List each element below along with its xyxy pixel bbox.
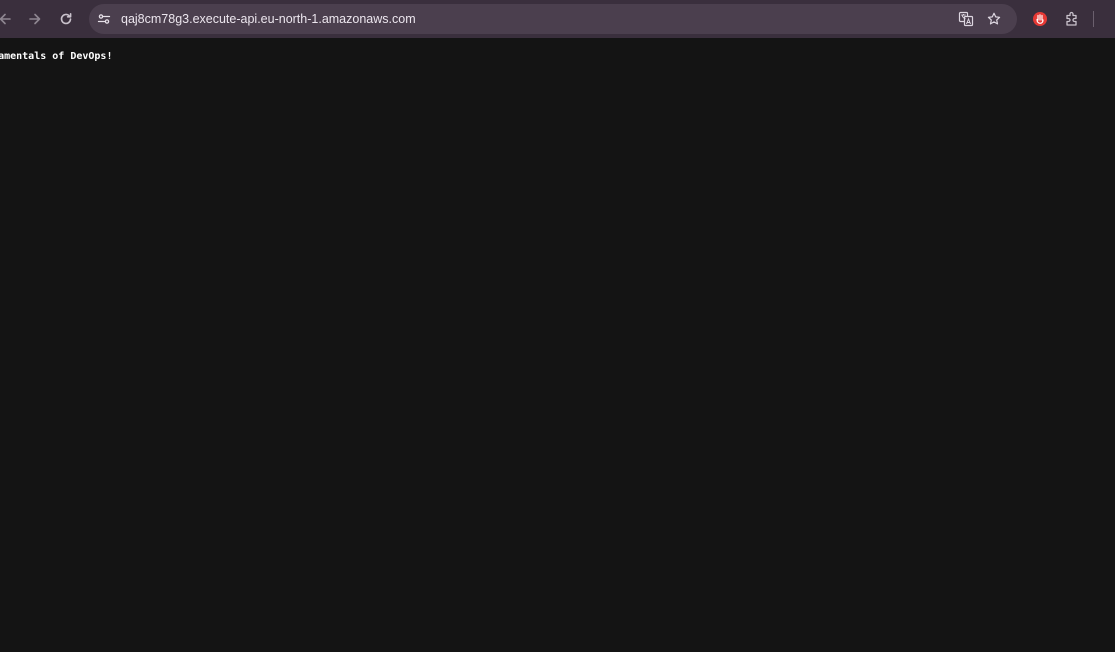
page-content: Fundamentals of DevOps! (0, 38, 1115, 652)
extensions-menu-button[interactable] (1057, 4, 1087, 34)
page-text: Fundamentals of DevOps! (0, 51, 113, 62)
star-icon (987, 12, 1001, 25)
browser-toolbar: qaj8cm78g3.execute-api.eu-north-1.amazon… (0, 0, 1115, 38)
forward-button[interactable] (20, 4, 50, 34)
extension-button[interactable] (1025, 4, 1055, 34)
url-text[interactable]: qaj8cm78g3.execute-api.eu-north-1.amazon… (121, 4, 416, 34)
toolbar-divider (1093, 11, 1094, 27)
reload-icon (60, 13, 72, 25)
red-extension-icon (1033, 12, 1047, 26)
translate-icon (958, 11, 974, 27)
address-bar[interactable]: qaj8cm78g3.execute-api.eu-north-1.amazon… (89, 4, 1017, 34)
site-info-button[interactable] (92, 7, 116, 31)
back-arrow-icon (0, 13, 11, 25)
reload-button[interactable] (51, 4, 81, 34)
translate-button[interactable] (954, 7, 978, 31)
forward-arrow-icon (29, 13, 41, 25)
puzzle-icon (1066, 11, 1077, 26)
back-button[interactable] (0, 4, 20, 34)
tune-icon (97, 14, 111, 24)
bookmark-button[interactable] (982, 7, 1006, 31)
